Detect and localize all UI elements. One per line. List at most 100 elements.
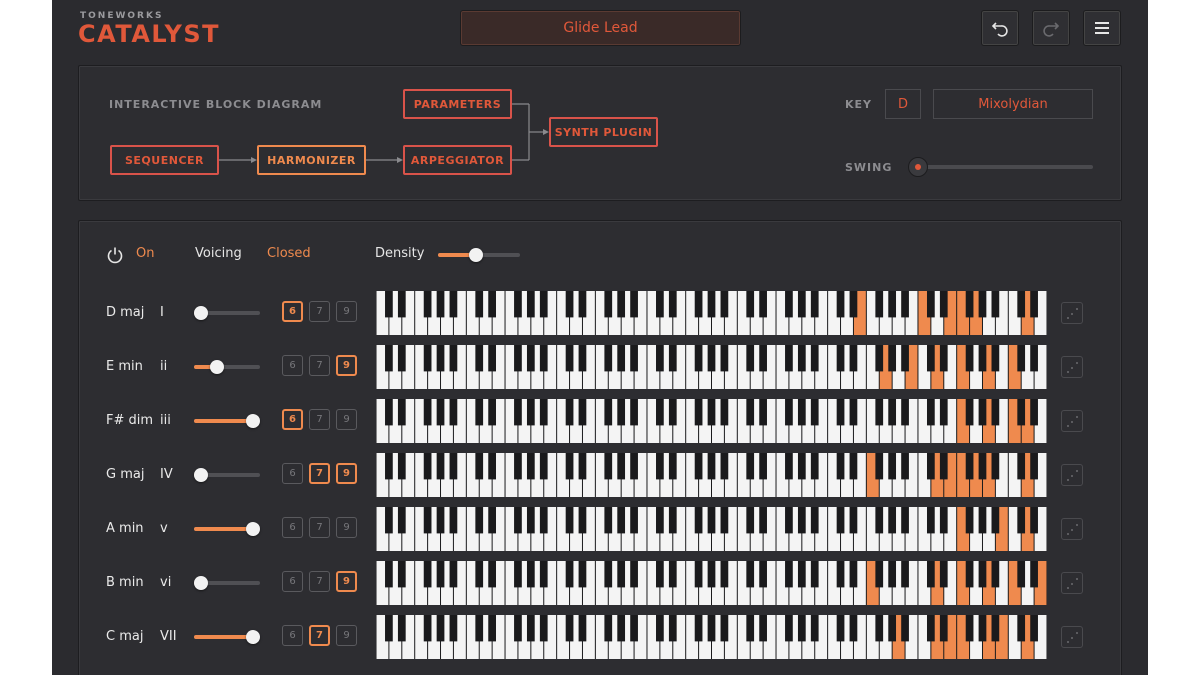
black-key[interactable] xyxy=(604,561,613,588)
black-key[interactable] xyxy=(991,507,1000,534)
black-key[interactable] xyxy=(939,291,948,318)
black-key[interactable] xyxy=(578,453,587,480)
black-key[interactable] xyxy=(656,615,664,642)
black-key[interactable] xyxy=(836,453,845,480)
black-key[interactable] xyxy=(488,453,496,480)
black-key[interactable] xyxy=(1017,399,1026,426)
redo-button[interactable] xyxy=(1032,10,1070,46)
black-key[interactable] xyxy=(978,453,987,480)
piano-keyboard[interactable] xyxy=(376,453,1047,497)
black-key[interactable] xyxy=(488,507,496,534)
key-mode-selector[interactable]: Mixolydian xyxy=(933,89,1093,119)
black-key[interactable] xyxy=(539,561,548,588)
black-key[interactable] xyxy=(449,507,458,534)
extension-6-toggle[interactable]: 6 xyxy=(282,301,303,322)
black-key[interactable] xyxy=(901,507,909,534)
extension-7-toggle[interactable]: 7 xyxy=(309,571,330,592)
black-key[interactable] xyxy=(785,453,793,480)
black-key[interactable] xyxy=(656,291,664,318)
black-key[interactable] xyxy=(926,507,935,534)
black-key[interactable] xyxy=(539,507,548,534)
black-key[interactable] xyxy=(926,453,935,480)
extension-7-toggle[interactable]: 7 xyxy=(309,517,330,538)
black-key[interactable] xyxy=(630,453,638,480)
chord-level-slider[interactable] xyxy=(194,468,260,482)
black-key[interactable] xyxy=(578,399,587,426)
chord-level-knob[interactable] xyxy=(194,306,208,320)
black-key[interactable] xyxy=(514,615,522,642)
black-key[interactable] xyxy=(849,291,858,318)
black-key[interactable] xyxy=(926,291,935,318)
black-key[interactable] xyxy=(785,615,793,642)
black-key[interactable] xyxy=(668,507,677,534)
swing-slider-track[interactable] xyxy=(917,165,1093,169)
black-key[interactable] xyxy=(707,291,716,318)
black-key[interactable] xyxy=(397,291,406,318)
black-key[interactable] xyxy=(630,561,638,588)
black-key[interactable] xyxy=(849,453,858,480)
black-key[interactable] xyxy=(385,507,393,534)
black-key[interactable] xyxy=(707,345,716,372)
black-key[interactable] xyxy=(694,615,703,642)
piano-keyboard[interactable] xyxy=(376,507,1047,551)
chord-level-knob[interactable] xyxy=(246,522,260,536)
black-key[interactable] xyxy=(565,345,574,372)
black-key[interactable] xyxy=(797,615,806,642)
black-key[interactable] xyxy=(397,615,406,642)
black-key[interactable] xyxy=(888,615,897,642)
black-key[interactable] xyxy=(630,345,638,372)
black-key[interactable] xyxy=(965,291,974,318)
black-key[interactable] xyxy=(436,453,445,480)
extension-9-toggle[interactable]: 9 xyxy=(336,571,357,592)
black-key[interactable] xyxy=(720,507,729,534)
black-key[interactable] xyxy=(991,345,1000,372)
black-key[interactable] xyxy=(526,507,535,534)
black-key[interactable] xyxy=(785,561,793,588)
black-key[interactable] xyxy=(939,507,948,534)
black-key[interactable] xyxy=(720,399,729,426)
black-key[interactable] xyxy=(707,561,716,588)
black-key[interactable] xyxy=(694,453,703,480)
black-key[interactable] xyxy=(901,453,909,480)
black-key[interactable] xyxy=(578,561,587,588)
black-key[interactable] xyxy=(488,399,496,426)
black-key[interactable] xyxy=(1030,507,1038,534)
black-key[interactable] xyxy=(797,453,806,480)
black-key[interactable] xyxy=(901,345,909,372)
black-key[interactable] xyxy=(436,399,445,426)
black-key[interactable] xyxy=(578,291,587,318)
black-key[interactable] xyxy=(397,453,406,480)
black-key[interactable] xyxy=(785,345,793,372)
chord-level-slider[interactable] xyxy=(194,414,260,428)
black-key[interactable] xyxy=(991,615,1000,642)
black-key[interactable] xyxy=(526,453,535,480)
black-key[interactable] xyxy=(514,561,522,588)
black-key[interactable] xyxy=(901,399,909,426)
parameters-block[interactable]: PARAMETERS xyxy=(403,89,512,119)
chord-level-knob[interactable] xyxy=(209,360,224,374)
black-key[interactable] xyxy=(656,453,664,480)
black-key[interactable] xyxy=(939,615,948,642)
black-key[interactable] xyxy=(385,345,393,372)
black-key[interactable] xyxy=(397,561,406,588)
swing-slider-knob[interactable] xyxy=(908,157,928,177)
black-key[interactable] xyxy=(694,345,703,372)
black-key[interactable] xyxy=(449,345,458,372)
chord-level-knob[interactable] xyxy=(246,630,260,644)
black-key[interactable] xyxy=(397,507,406,534)
extension-7-toggle[interactable]: 7 xyxy=(309,625,330,646)
black-key[interactable] xyxy=(668,345,677,372)
black-key[interactable] xyxy=(759,507,767,534)
black-key[interactable] xyxy=(965,345,974,372)
randomize-dice-button[interactable] xyxy=(1061,464,1083,486)
black-key[interactable] xyxy=(939,561,948,588)
black-key[interactable] xyxy=(604,345,613,372)
black-key[interactable] xyxy=(436,561,445,588)
black-key[interactable] xyxy=(720,615,729,642)
black-key[interactable] xyxy=(810,615,819,642)
black-key[interactable] xyxy=(617,453,626,480)
black-key[interactable] xyxy=(888,561,897,588)
chord-level-slider[interactable] xyxy=(194,360,260,374)
power-state[interactable]: On xyxy=(136,246,154,261)
extension-6-toggle[interactable]: 6 xyxy=(282,571,303,592)
